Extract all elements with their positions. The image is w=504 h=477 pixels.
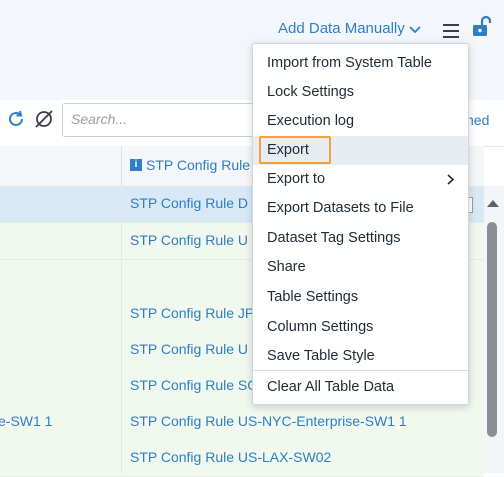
menu-item-label: Table Settings	[267, 289, 359, 305]
table-row[interactable]: STP Config Rule US-LAX-SW02	[0, 440, 484, 477]
menu-item-share[interactable]: Share	[253, 253, 468, 282]
table-cell[interactable]: STP Config Rule U	[130, 341, 248, 357]
table-cell[interactable]: e-SW1 1	[0, 413, 52, 429]
column-header-label: STP Config Rule	[146, 157, 251, 173]
menu-item-label: Import from System Table	[267, 55, 432, 71]
menu-item-export-to[interactable]: Export to	[253, 165, 468, 194]
menu-item-import-from-system-table[interactable]: Import from System Table	[253, 49, 468, 78]
table-cell[interactable]: STP Config Rule US-NYC-Enterprise-SW1 1	[130, 413, 407, 429]
table-cell[interactable]: STP Config Rule SG	[130, 377, 258, 393]
hamburger-menu-icon[interactable]	[443, 24, 459, 42]
menu-item-export[interactable]: Export	[253, 136, 468, 165]
menu-item-save-table-style[interactable]: Save Table Style	[253, 342, 468, 371]
info-icon: i	[130, 159, 142, 171]
column-header-stp-config-rule[interactable]: i STP Config Rule	[130, 157, 250, 173]
menu-item-label: Export Datasets to File	[267, 200, 414, 216]
menu-item-label: Lock Settings	[267, 84, 355, 100]
menu-divider	[253, 370, 468, 371]
table-cell[interactable]: STP Config Rule US-LAX-SW02	[130, 449, 331, 465]
scrollbar-thumb[interactable]	[487, 222, 497, 437]
menu-item-label: Execution log	[267, 113, 355, 129]
menu-item-label: Save Table Style	[267, 348, 375, 364]
menu-item-clear-all-table-data[interactable]: Clear All Table Data	[253, 373, 468, 402]
pinned-link[interactable]: ned	[466, 112, 489, 128]
column-divider	[121, 186, 122, 473]
menu-item-label: Column Settings	[267, 319, 374, 335]
add-data-manually-dropdown[interactable]: Add Data Manually	[278, 20, 421, 37]
hide-icon[interactable]	[33, 108, 55, 130]
menu-item-label: Export	[267, 142, 309, 158]
menu-item-execution-log[interactable]: Execution log	[253, 107, 468, 136]
unlock-icon[interactable]	[472, 15, 492, 37]
table-cell[interactable]: STP Config Rule JP	[130, 305, 254, 321]
menu-item-label: Dataset Tag Settings	[267, 230, 401, 246]
menu-item-dataset-tag-settings[interactable]: Dataset Tag Settings	[253, 224, 468, 253]
menu-item-label: Clear All Table Data	[267, 379, 395, 395]
menu-item-label: Export to	[267, 171, 326, 187]
menu-item-lock-settings[interactable]: Lock Settings	[253, 78, 468, 107]
scroll-up-arrow-icon[interactable]	[486, 198, 500, 208]
refresh-icon[interactable]	[6, 109, 26, 129]
add-data-label: Add Data Manually	[278, 20, 405, 37]
table-row[interactable]: e-SW1 1 STP Config Rule US-NYC-Enterpris…	[0, 404, 484, 441]
menu-item-label: Share	[267, 259, 306, 275]
menu-item-export-datasets-to-file[interactable]: Export Datasets to File	[253, 194, 468, 223]
column-divider[interactable]	[121, 146, 122, 186]
chevron-down-icon	[409, 25, 421, 33]
chevron-right-icon	[447, 174, 454, 185]
table-cell[interactable]: STP Config Rule U	[130, 232, 248, 248]
menu-item-table-settings[interactable]: Table Settings	[253, 283, 468, 312]
menu-item-column-settings[interactable]: Column Settings	[253, 313, 468, 342]
add-data-dropdown-menu: Import from System Table Lock Settings E…	[252, 43, 469, 405]
table-cell[interactable]: STP Config Rule D	[130, 195, 248, 211]
